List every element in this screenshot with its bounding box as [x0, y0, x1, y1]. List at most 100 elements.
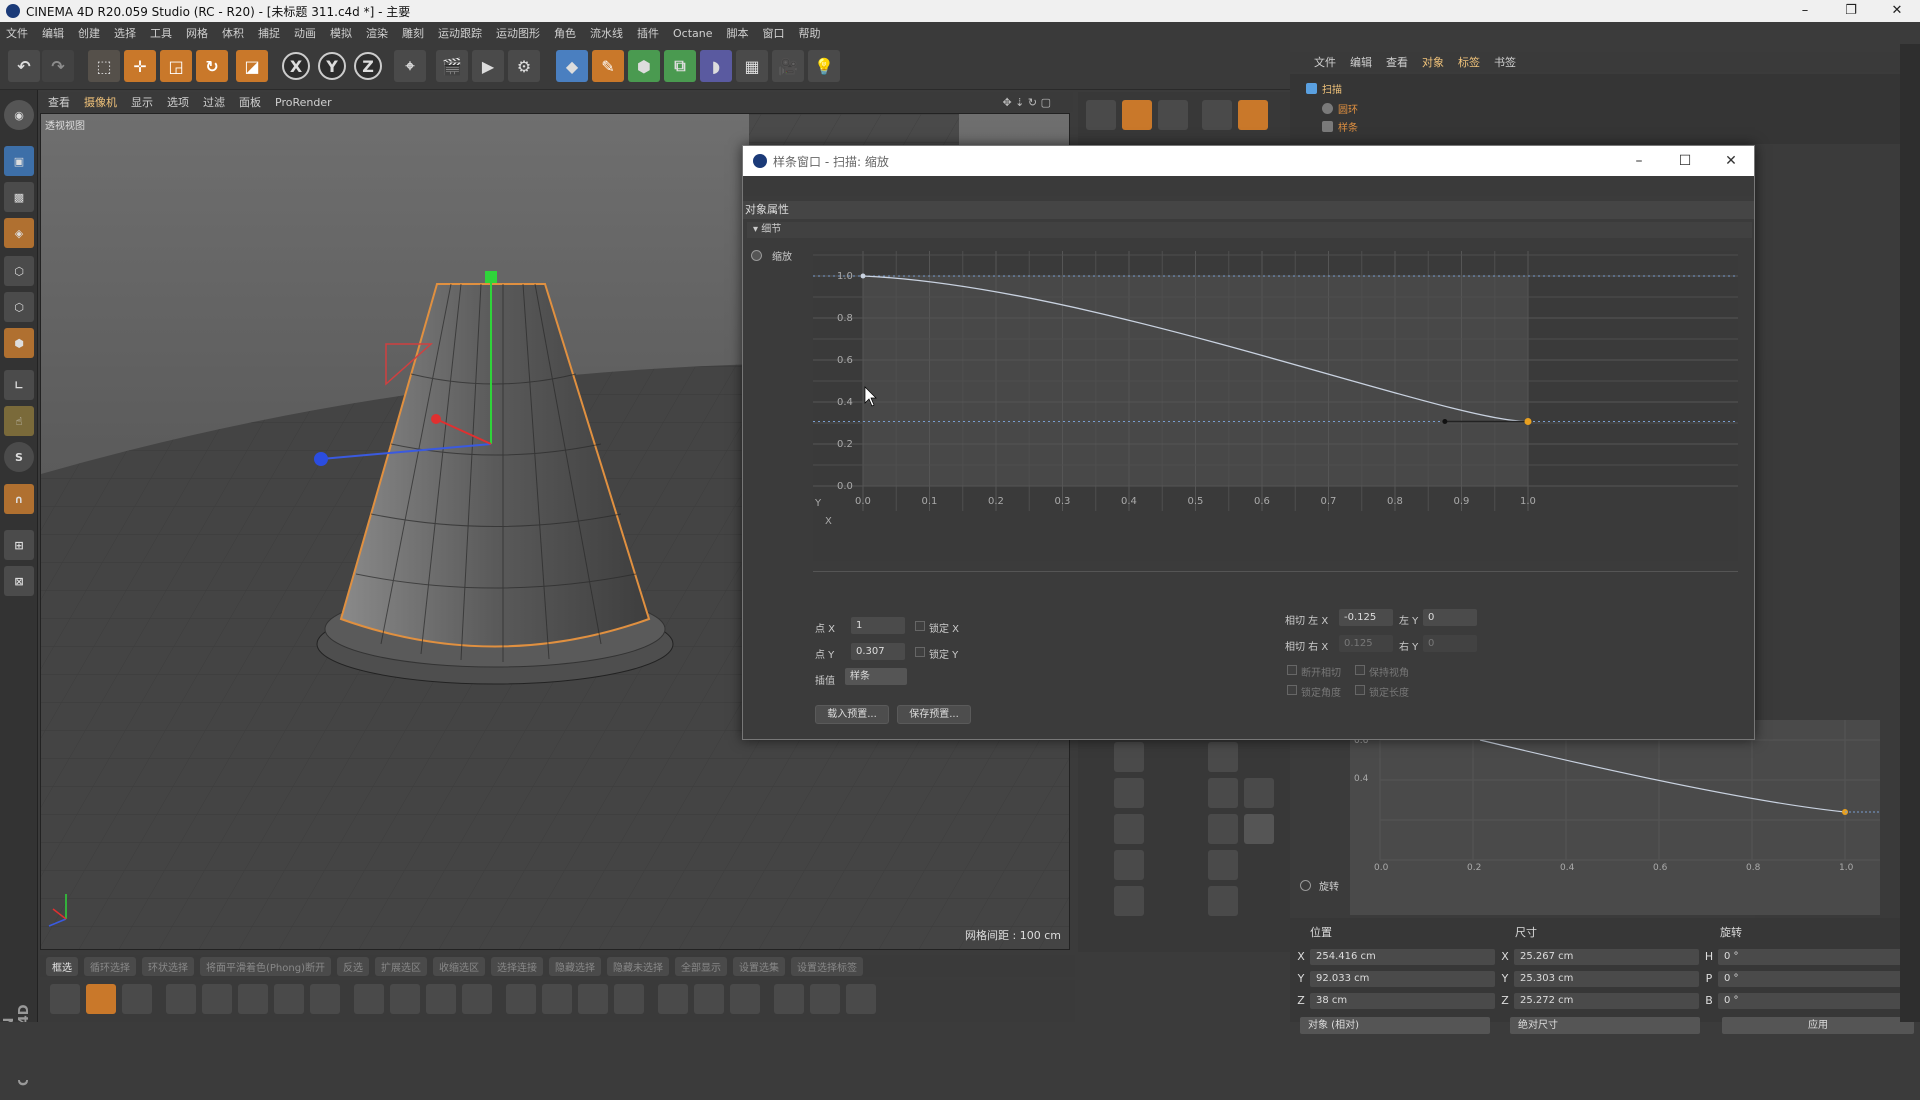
- bridge-tool-icon[interactable]: [202, 984, 232, 1014]
- ring-selection-button[interactable]: 环状选择: [142, 956, 194, 976]
- x-axis-lock-button[interactable]: X: [282, 52, 310, 80]
- render-view-icon[interactable]: 🎬: [436, 50, 468, 82]
- menu-animate[interactable]: 动画: [294, 25, 316, 41]
- invert-selection-button[interactable]: 反选: [336, 956, 369, 976]
- tweak-mode-icon[interactable]: ☝: [4, 406, 34, 436]
- position-x-field[interactable]: 254.416 cm: [1310, 949, 1495, 965]
- menu-mesh[interactable]: 网格: [186, 25, 208, 41]
- spline-tool-icon[interactable]: [50, 984, 80, 1014]
- weld-tool-icon[interactable]: [462, 984, 492, 1014]
- recent-tool-icon[interactable]: ◪: [236, 50, 268, 82]
- render-settings-icon[interactable]: ⚙: [508, 50, 540, 82]
- menu-select[interactable]: 选择: [114, 25, 136, 41]
- lock-y-checkbox[interactable]: [915, 647, 925, 657]
- tangent-left-y-input[interactable]: 0: [1423, 609, 1477, 626]
- lasso-icon[interactable]: [1114, 814, 1144, 844]
- lock-length-checkbox[interactable]: [1355, 685, 1365, 695]
- viewport-menu-camera[interactable]: 摄像机: [84, 94, 117, 110]
- menu-character[interactable]: 角色: [554, 25, 576, 41]
- grid-icon[interactable]: [1208, 742, 1238, 772]
- om-menu-bookmarks[interactable]: 书签: [1494, 54, 1516, 70]
- workplane-grid-icon[interactable]: ⊞: [4, 530, 34, 560]
- om-menu-edit[interactable]: 编辑: [1350, 54, 1372, 70]
- polygons-mode-icon[interactable]: ⬢: [4, 328, 34, 358]
- menu-script[interactable]: 脚本: [727, 25, 749, 41]
- iron-tool-icon[interactable]: [614, 984, 644, 1014]
- z-axis-lock-button[interactable]: Z: [354, 52, 382, 80]
- point-x-input[interactable]: 1: [851, 617, 905, 634]
- tangent-left-x-input[interactable]: -0.125: [1339, 609, 1393, 626]
- dialog-maximize-button[interactable]: ☐: [1662, 146, 1708, 176]
- size-z-field[interactable]: 25.272 cm: [1514, 993, 1699, 1009]
- rotation-p-field[interactable]: 0 °: [1718, 971, 1908, 987]
- subdivision-surface-icon[interactable]: ⬢: [628, 50, 660, 82]
- dialog-close-button[interactable]: ✕: [1708, 146, 1754, 176]
- copy-icon[interactable]: [1114, 778, 1144, 808]
- snap-icon[interactable]: S: [4, 442, 34, 472]
- coordinate-system-icon[interactable]: ⌖: [394, 50, 426, 82]
- position-z-field[interactable]: 38 cm: [1310, 993, 1495, 1009]
- om-menu-view[interactable]: 查看: [1386, 54, 1408, 70]
- rotate-tool-icon[interactable]: ↻: [196, 50, 228, 82]
- apply-button[interactable]: 应用: [1722, 1017, 1914, 1034]
- viewport-nav-icons[interactable]: ✥ ⇣ ↻ ▢: [1002, 96, 1051, 109]
- viewport-menu-panel[interactable]: 面板: [239, 94, 261, 110]
- minimize-button[interactable]: –: [1782, 0, 1828, 22]
- polygon-pen-icon[interactable]: [390, 984, 420, 1014]
- tree-item-circle[interactable]: 圆环: [1322, 100, 1358, 116]
- star-icon[interactable]: [1208, 850, 1238, 880]
- loop-selection-button[interactable]: 循环选择: [84, 956, 136, 976]
- render-to-picture-viewer-icon[interactable]: ▶: [472, 50, 504, 82]
- circle-select-icon[interactable]: [1114, 850, 1144, 880]
- l0-icon[interactable]: [1086, 100, 1116, 130]
- om-menu-objects[interactable]: 对象: [1422, 54, 1444, 70]
- viewport-menu-display[interactable]: 显示: [131, 94, 153, 110]
- interpolation-dropdown[interactable]: 样条: [845, 668, 907, 685]
- gear-icon[interactable]: [1158, 100, 1188, 130]
- set-selection-button[interactable]: 设置选集: [732, 956, 785, 976]
- phong-break-button[interactable]: 将面平滑着色(Phong)断开: [200, 956, 331, 976]
- y-axis-handle-cap[interactable]: [485, 271, 497, 283]
- tangent-right-y-input[interactable]: 0: [1423, 635, 1477, 652]
- coordinate-mode-dropdown[interactable]: 对象 (相对): [1300, 1017, 1490, 1034]
- set-selection-tag-button[interactable]: 设置选择标签: [790, 956, 863, 976]
- save-preset-button[interactable]: 保存预置...: [897, 705, 971, 724]
- bevel-tool-icon[interactable]: [310, 984, 340, 1014]
- stitch-tool-icon[interactable]: [542, 984, 572, 1014]
- viewport-menu-prorender[interactable]: ProRender: [275, 96, 332, 109]
- unhide-all-button[interactable]: 全部显示: [674, 956, 727, 976]
- keep-visual-checkbox[interactable]: [1355, 665, 1365, 675]
- menu-plugins[interactable]: 插件: [637, 25, 659, 41]
- magnet-icon[interactable]: [1238, 100, 1268, 130]
- curve-start-point[interactable]: [860, 273, 866, 279]
- sketch-tool-icon[interactable]: [122, 984, 152, 1014]
- help-icon[interactable]: [1202, 100, 1232, 130]
- position-y-field[interactable]: 92.033 cm: [1310, 971, 1495, 987]
- align-tool-icon[interactable]: [774, 984, 804, 1014]
- curve-icon[interactable]: [1114, 886, 1144, 916]
- menu-simulate[interactable]: 模拟: [330, 25, 352, 41]
- om-menu-tags[interactable]: 标签: [1458, 54, 1480, 70]
- lasso-2-icon[interactable]: [1244, 778, 1274, 808]
- menu-tools[interactable]: 工具: [150, 25, 172, 41]
- menu-motion-tracking[interactable]: 运动跟踪: [438, 25, 482, 41]
- close-button[interactable]: ✕: [1874, 0, 1920, 22]
- magnet-tool-icon[interactable]: [730, 984, 760, 1014]
- cube-primitive-icon[interactable]: ◆: [556, 50, 588, 82]
- point-y-input[interactable]: 0.307: [851, 643, 905, 660]
- edges-mode-icon[interactable]: ⬡: [4, 292, 34, 322]
- viewport-menu-options[interactable]: 选项: [167, 94, 189, 110]
- pen-curve-icon[interactable]: [1244, 814, 1274, 844]
- rotation-h-field[interactable]: 0 °: [1718, 949, 1908, 965]
- deformer-icon[interactable]: ◗: [700, 50, 732, 82]
- extrude-tool-icon[interactable]: [238, 984, 268, 1014]
- extrude-inner-icon[interactable]: [274, 984, 304, 1014]
- shrink-selection-button[interactable]: 收缩选区: [432, 956, 485, 976]
- menu-octane[interactable]: Octane: [673, 27, 713, 40]
- array-generator-icon[interactable]: ⧉: [664, 50, 696, 82]
- size-x-field[interactable]: 25.267 cm: [1514, 949, 1699, 965]
- rotation-b-field[interactable]: 0 °: [1718, 993, 1908, 1009]
- menu-file[interactable]: 文件: [6, 25, 28, 41]
- texture-mode-icon[interactable]: ▩: [4, 182, 34, 212]
- move-tool-icon[interactable]: ✛: [124, 50, 156, 82]
